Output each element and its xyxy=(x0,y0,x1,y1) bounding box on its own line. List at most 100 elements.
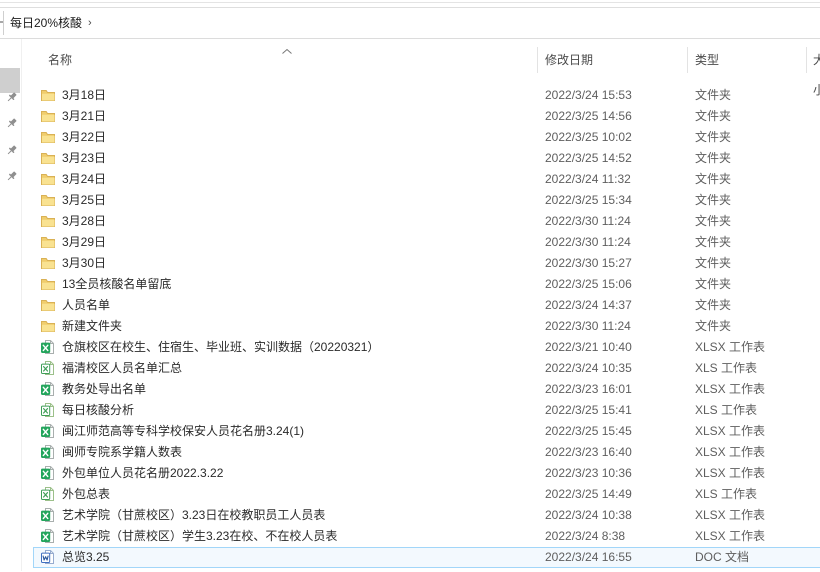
file-name: 教务处导出名单 xyxy=(62,379,146,400)
xls-file-icon xyxy=(40,360,56,376)
column-header-date-modified[interactable]: 修改日期 xyxy=(545,45,593,75)
file-type: 文件夹 xyxy=(695,316,731,337)
folder-row[interactable]: 3月21日2022/3/25 14:56文件夹 xyxy=(33,106,820,127)
file-type: 文件夹 xyxy=(695,274,731,295)
folder-row[interactable]: 3月22日2022/3/25 10:02文件夹 xyxy=(33,127,820,148)
file-name: 总览3.25 xyxy=(62,547,109,568)
file-type: 文件夹 xyxy=(695,169,731,190)
sort-ascending-icon[interactable] xyxy=(281,48,293,55)
xlsx-file-icon xyxy=(40,339,56,355)
date-modified: 2022/3/21 10:40 xyxy=(545,337,632,358)
file-type: DOC 文档 xyxy=(695,547,749,568)
folder-row[interactable]: 3月30日2022/3/30 15:27文件夹 xyxy=(33,253,820,274)
date-modified: 2022/3/25 15:34 xyxy=(545,190,632,211)
file-type: XLSX 工作表 xyxy=(695,379,765,400)
file-row[interactable]: 外包总表2022/3/25 14:49XLS 工作表 xyxy=(33,484,820,505)
date-modified: 2022/3/24 8:38 xyxy=(545,526,625,547)
xlsx-file-icon xyxy=(40,507,56,523)
file-name: 3月30日 xyxy=(62,253,106,274)
chevron-right-icon[interactable]: › xyxy=(88,8,92,38)
file-row[interactable]: 艺术学院（甘蔗校区）3.23日在校教职员工人员表2022/3/24 10:38X… xyxy=(33,505,820,526)
column-header-name[interactable]: 名称 xyxy=(48,45,72,75)
file-name: 艺术学院（甘蔗校区）3.23日在校教职员工人员表 xyxy=(62,505,325,526)
date-modified: 2022/3/25 15:06 xyxy=(545,274,632,295)
file-row[interactable]: 仓旗校区在校生、住宿生、毕业班、实训数据（20220321） 2022/3/21 … xyxy=(33,337,820,358)
pinned-item[interactable] xyxy=(5,117,18,130)
file-row[interactable]: 福清校区人员名单汇总 2022/3/24 10:35 XLS 工作表 xyxy=(33,358,820,379)
date-modified: 2022/3/24 16:55 xyxy=(545,547,632,568)
folder-row[interactable]: 3月28日2022/3/30 11:24文件夹 xyxy=(33,211,820,232)
file-type: XLSX 工作表 xyxy=(695,526,765,547)
file-row[interactable]: 每日核酸分析2022/3/25 15:41XLS 工作表 xyxy=(33,400,820,421)
date-modified: 2022/3/25 15:45 xyxy=(545,421,632,442)
folder-row[interactable]: 新建文件夹 2022/3/30 11:24 文件夹 xyxy=(33,316,820,337)
file-name: 3月25日 xyxy=(62,190,106,211)
doc-file-icon xyxy=(40,549,56,565)
xlsx-file-icon xyxy=(40,423,56,439)
file-name: 艺术学院（甘蔗校区）学生3.23在校、不在校人员表 xyxy=(62,526,337,547)
toolbar-divider xyxy=(0,2,820,3)
xlsx-file-icon xyxy=(40,465,56,481)
date-modified: 2022/3/25 15:41 xyxy=(545,400,632,421)
pinned-item[interactable] xyxy=(5,170,18,183)
file-type: 文件夹 xyxy=(695,232,731,253)
file-name: 闽江师范高等专科学校保安人员花名册3.24(1) xyxy=(62,421,304,442)
folder-row[interactable]: 3月18日2022/3/24 15:53文件夹 xyxy=(33,85,820,106)
pinned-item[interactable] xyxy=(5,144,18,157)
pin-icon xyxy=(5,144,18,157)
xlsx-file-icon xyxy=(40,444,56,460)
folder-row[interactable]: 3月25日2022/3/25 15:34文件夹 xyxy=(33,190,820,211)
pin-icon xyxy=(5,170,18,183)
pane-divider xyxy=(21,39,22,571)
date-modified: 2022/3/23 10:36 xyxy=(545,463,632,484)
date-modified: 2022/3/25 14:52 xyxy=(545,148,632,169)
file-name: 福清校区人员名单汇总 xyxy=(62,358,182,379)
file-type: XLSX 工作表 xyxy=(695,337,765,358)
date-modified: 2022/3/24 11:32 xyxy=(545,169,631,190)
folder-icon xyxy=(40,108,56,124)
folder-row[interactable]: 人员名单2022/3/24 14:37文件夹 xyxy=(33,295,820,316)
date-modified: 2022/3/25 14:56 xyxy=(545,106,632,127)
file-name: 人员名单 xyxy=(62,295,110,316)
column-separator[interactable] xyxy=(537,47,538,73)
date-modified: 2022/3/23 16:01 xyxy=(545,379,632,400)
date-modified: 2022/3/24 10:38 xyxy=(545,505,632,526)
date-modified: 2022/3/24 10:35 xyxy=(545,358,632,379)
folder-row[interactable]: 3月24日2022/3/24 11:32文件夹 xyxy=(33,169,820,190)
file-type: XLS 工作表 xyxy=(695,358,757,379)
file-type: 文件夹 xyxy=(695,148,731,169)
breadcrumb-folder[interactable]: 每日20%核酸 xyxy=(10,8,82,38)
folder-icon xyxy=(40,129,56,145)
folder-icon xyxy=(40,87,56,103)
file-row[interactable]: 闽师专院系学籍人数表2022/3/23 16:40XLSX 工作表 xyxy=(33,442,820,463)
column-separator[interactable] xyxy=(806,47,807,73)
column-header-type[interactable]: 类型 xyxy=(695,45,719,75)
file-name: 3月29日 xyxy=(62,232,106,253)
folder-row[interactable]: 3月29日2022/3/30 11:24文件夹 xyxy=(33,232,820,253)
file-name: 新建文件夹 xyxy=(62,316,122,337)
folder-row[interactable]: 3月23日2022/3/25 14:52文件夹 xyxy=(33,148,820,169)
file-type: XLSX 工作表 xyxy=(695,421,765,442)
file-row[interactable]: 总览3.25 2022/3/24 16:55 DOC 文档 xyxy=(33,547,820,568)
date-modified: 2022/3/24 14:37 xyxy=(545,295,632,316)
file-row[interactable]: 闽江师范高等专科学校保安人员花名册3.24(1) 2022/3/25 15:45 X… xyxy=(33,421,820,442)
file-name: 3月18日 xyxy=(62,85,106,106)
file-row[interactable]: 教务处导出名单 2022/3/23 16:01 XLSX 工作表 xyxy=(33,379,820,400)
file-row[interactable]: 艺术学院（甘蔗校区）学生3.23在校、不在校人员表 2022/3/24 8:38 X… xyxy=(33,526,820,547)
folder-icon xyxy=(40,276,56,292)
file-row[interactable]: 外包单位人员花名册2022.3.222022/3/23 10:36XLSX 工作… xyxy=(33,463,820,484)
file-type: XLS 工作表 xyxy=(695,484,757,505)
pin-icon xyxy=(5,91,18,104)
file-type: XLSX 工作表 xyxy=(695,463,765,484)
pinned-item[interactable] xyxy=(5,91,18,104)
date-modified: 2022/3/30 11:24 xyxy=(545,316,631,337)
file-name: 闽师专院系学籍人数表 xyxy=(62,442,182,463)
folder-row[interactable]: 13全员核酸名单留底2022/3/25 15:06文件夹 xyxy=(33,274,820,295)
file-name: 仓旗校区在校生、住宿生、毕业班、实训数据（20220321） xyxy=(62,337,379,358)
file-type: 文件夹 xyxy=(695,106,731,127)
date-modified: 2022/3/25 10:02 xyxy=(545,127,632,148)
xls-file-icon xyxy=(40,486,56,502)
column-header-row: 名称 修改日期 类型 大小 xyxy=(0,45,820,75)
file-type: 文件夹 xyxy=(695,253,731,274)
column-separator[interactable] xyxy=(687,47,688,73)
